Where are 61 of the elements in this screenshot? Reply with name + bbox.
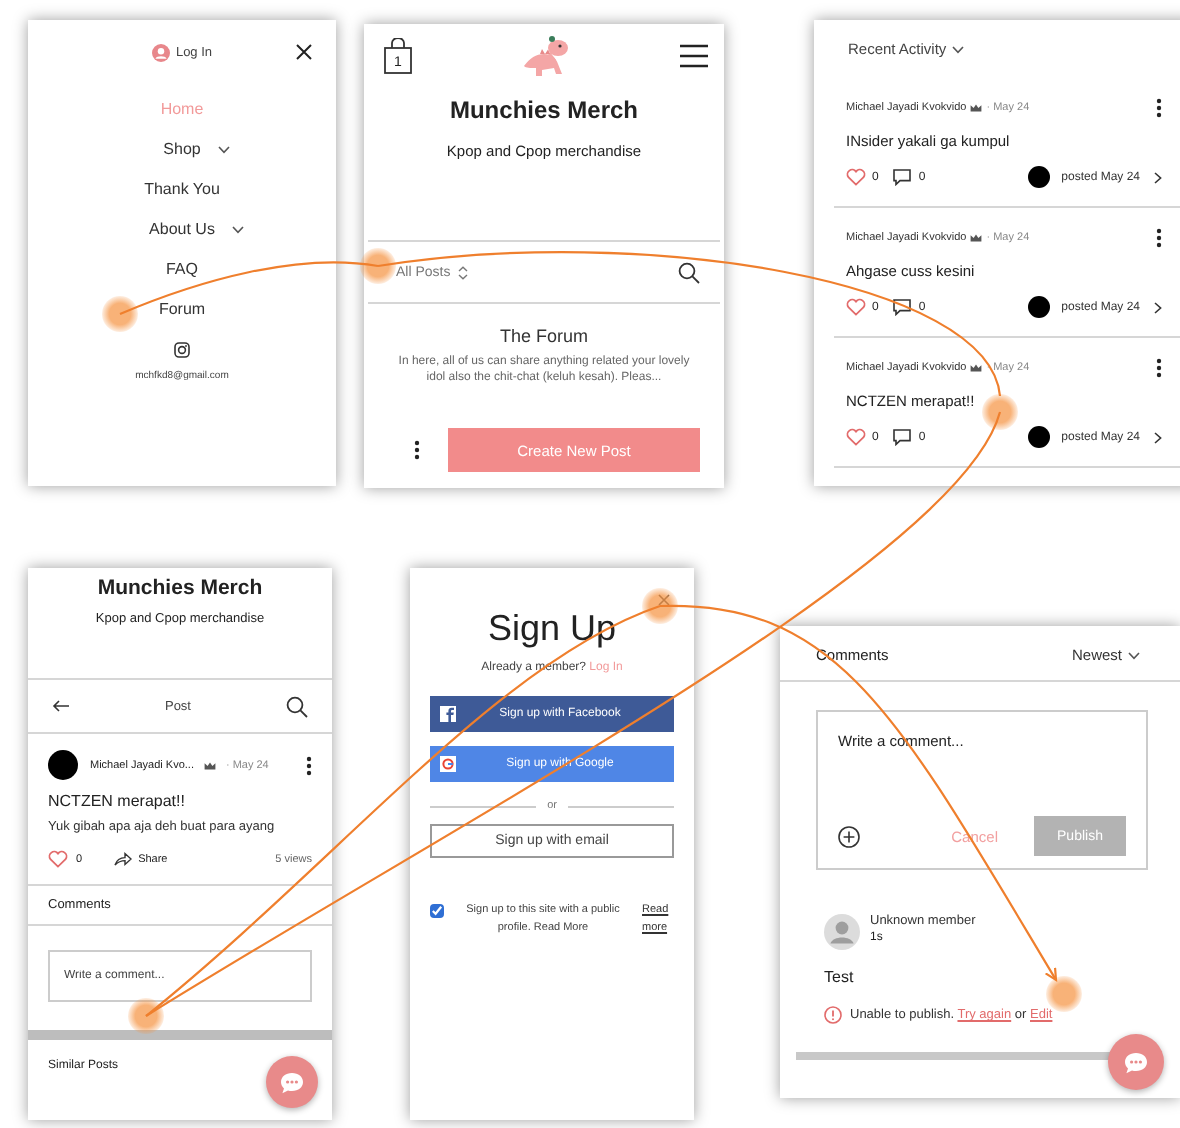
- crown-icon: [970, 234, 983, 242]
- search-icon[interactable]: [678, 261, 700, 283]
- tap-marker: [128, 998, 164, 1034]
- more-options-icon[interactable]: [1156, 98, 1162, 118]
- chevron-icon: [1128, 651, 1140, 659]
- tap-marker: [360, 248, 396, 284]
- dinosaur-logo: [518, 34, 574, 78]
- more-options-icon[interactable]: [414, 440, 420, 460]
- chat-icon: [280, 1071, 304, 1093]
- menu-item[interactable]: FAQ: [165, 256, 198, 282]
- avatar-icon: [1027, 426, 1050, 448]
- heart-icon[interactable]: [48, 850, 68, 868]
- more-options-icon[interactable]: [1156, 228, 1162, 248]
- menu-icon[interactable]: [680, 44, 708, 68]
- forum-heading: The Forum: [497, 326, 590, 346]
- logo-icon: [440, 706, 456, 722]
- site-title: Munchies Merch: [447, 96, 641, 124]
- menu-item[interactable]: Forum: [158, 296, 206, 322]
- more-options-icon[interactable]: [1156, 358, 1162, 378]
- close-icon[interactable]: [296, 44, 312, 60]
- comment-icon[interactable]: [892, 168, 913, 186]
- crown-icon: [970, 104, 983, 112]
- menu-item[interactable]: Thank You: [144, 176, 220, 202]
- error-icon: [824, 1006, 842, 1024]
- tap-marker: [642, 588, 678, 624]
- avatar-icon: [48, 750, 78, 780]
- avatar-icon: [1027, 166, 1050, 188]
- back-arrow-icon[interactable]: [52, 700, 70, 712]
- dialog-title: Sign Up: [485, 608, 619, 650]
- chevron-right-icon[interactable]: [1154, 171, 1162, 183]
- share-icon: [114, 852, 133, 866]
- site-title: Munchies Merch: [95, 576, 265, 600]
- crown-icon: [970, 364, 983, 372]
- instagram-icon[interactable]: [174, 342, 190, 358]
- tap-marker: [102, 296, 138, 332]
- heart-icon[interactable]: [846, 168, 866, 186]
- bag-icon: [384, 38, 412, 74]
- chevron-right-icon[interactable]: [1154, 301, 1162, 313]
- chevron-right-icon[interactable]: [1154, 431, 1162, 443]
- user-icon: [151, 43, 170, 61]
- add-icon[interactable]: [838, 825, 860, 847]
- menu-item[interactable]: Shop: [133, 136, 231, 162]
- tap-marker: [1046, 976, 1082, 1012]
- menu-item[interactable]: About Us: [119, 216, 245, 242]
- avatar-icon: [1027, 296, 1050, 318]
- comment-icon[interactable]: [892, 428, 913, 446]
- search-icon[interactable]: [286, 695, 308, 717]
- avatar-icon: [824, 914, 860, 950]
- comment-icon[interactable]: [892, 298, 913, 316]
- crown-icon: [203, 761, 216, 769]
- chevron-icon: [952, 45, 965, 53]
- checkbox[interactable]: [430, 904, 444, 918]
- sort-icon: [458, 265, 469, 279]
- comment-text: Test: [824, 968, 856, 986]
- heart-icon[interactable]: [846, 428, 866, 446]
- post-title: NCTZEN merapat!!: [48, 792, 187, 810]
- tap-marker: [982, 394, 1018, 430]
- logo-icon: [440, 756, 456, 772]
- chat-icon: [1124, 1051, 1148, 1073]
- heart-icon[interactable]: [846, 298, 866, 316]
- more-options-icon[interactable]: [306, 755, 312, 775]
